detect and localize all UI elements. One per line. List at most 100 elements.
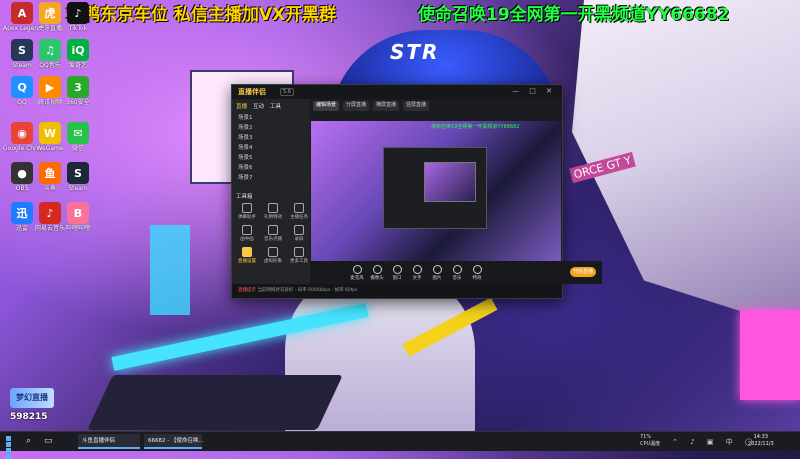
desktop-icon-grid: A Apex Legends 虎虎牙直播 ♪ TikTok S Steam ♫ QQ音乐 iQ 爱奇… — [0, 0, 118, 430]
window-controls[interactable]: — □ ✕ — [512, 87, 556, 95]
desktop-icon[interactable]: iQ 爱奇艺 — [60, 39, 96, 69]
desktop-icon-label: 虎牙直播 — [37, 25, 62, 32]
source-button[interactable]: 窗口 — [390, 264, 404, 281]
main-tab[interactable]: 编辑场景 — [313, 101, 340, 111]
stream-preview[interactable]: 使命召唤19全网第一开黑频道YY66682 — [311, 121, 561, 261]
scene-item[interactable]: 场景1 — [232, 113, 310, 123]
tray-cpu: 71% CPU温度 — [640, 434, 660, 448]
desktop-icon-image: ✉ — [67, 122, 89, 144]
taskbar-app-browser[interactable]: 66682 - 【使命召唤... — [144, 434, 204, 449]
scene-item[interactable]: 场景2 — [232, 123, 310, 133]
tab-tools[interactable]: 工具 — [270, 102, 281, 110]
desktop-icon[interactable]: ✉ 微信 — [60, 122, 96, 152]
source-button[interactable]: 文字 — [410, 264, 424, 281]
tool-button[interactable]: 画中画 — [235, 225, 259, 245]
main-tab[interactable]: 横屏直播 — [373, 101, 400, 111]
tray-icons[interactable]: ⌃ ♪ ▣ 中 ◯ — [672, 437, 758, 447]
source-label: 摄像头 — [370, 275, 384, 281]
desktop-icon[interactable]: 3 360安全 — [60, 76, 96, 106]
start-live-button[interactable]: 开始直播 — [570, 267, 596, 277]
desktop-icon-label: OBS — [15, 185, 29, 192]
tool-button[interactable]: 音乐点播 — [261, 225, 285, 245]
source-icon — [352, 264, 362, 274]
source-icon — [412, 264, 422, 274]
preview-nested-window — [383, 147, 487, 229]
task-view-icon[interactable]: ▭ — [44, 436, 53, 446]
desktop-icon-image: W — [39, 122, 61, 144]
desktop-icon-image: B — [67, 202, 89, 224]
scene-item[interactable]: 场景3 — [232, 133, 310, 143]
tool-button[interactable]: 礼物特效 — [261, 203, 285, 223]
app-titlebar[interactable]: 直播伴侣 5.6 — □ ✕ — [232, 85, 562, 99]
main-tabs: 编辑场景 分屏直播 横屏直播 竖屏直播 — [310, 99, 562, 113]
scene-item[interactable]: 场景4 — [232, 143, 310, 153]
wallpaper-keyboard — [87, 375, 343, 430]
tool-label: 画中画 — [240, 237, 254, 242]
app-logo: 直播伴侣 — [238, 88, 266, 96]
taskbar-app-streaming[interactable]: 斗鱼直播伴侣 — [78, 434, 140, 449]
tool-icon — [242, 247, 252, 257]
stream-overlay-right-text: 使命召唤19全网第一开黑频道YY66682 — [418, 5, 730, 25]
tool-button[interactable]: 更多工具 — [287, 247, 311, 267]
status-prefix: 直播提示 — [238, 288, 256, 293]
scene-list: 场景1 场景2 场景3 场景4 场景5 场景6 场景7 — [232, 113, 310, 183]
clock-date: 2022/11/3 — [748, 441, 774, 447]
tab-interact[interactable]: 互动 — [253, 102, 264, 110]
source-button[interactable]: 摄像头 — [370, 264, 384, 281]
desktop-icon-image: 3 — [67, 76, 89, 98]
streaming-app-window[interactable]: 直播伴侣 5.6 — □ ✕ 直播 互动 工具 场景1 场景2 场景3 场景4 场景5 场… — [231, 84, 602, 299]
main-tab[interactable]: 竖屏直播 — [403, 101, 430, 111]
tool-icon — [268, 225, 278, 235]
desktop-icon-label: 腾讯视频 — [37, 99, 62, 106]
scene-item[interactable]: 场景7 — [232, 173, 310, 183]
tool-icon — [268, 247, 278, 257]
tool-button[interactable]: 录屏 — [287, 225, 311, 245]
desktop-icon-label: QQ音乐 — [39, 62, 61, 69]
tool-label: 礼物特效 — [264, 215, 282, 220]
app-main-area: 编辑场景 分屏直播 横屏直播 竖屏直播 使命召唤19全网第一开黑频道YY66682 麦… — [310, 99, 602, 284]
tool-button[interactable]: 虚拟形象 — [261, 247, 285, 267]
source-button[interactable]: 音乐 — [450, 264, 464, 281]
desktop-icon[interactable]: B 哔哩哔哩 — [60, 202, 96, 232]
wallpaper-pink-light — [740, 310, 800, 400]
desktop-icon-image: S — [11, 39, 33, 61]
clock-time: 14:33 — [753, 434, 769, 440]
app-status-bar: 直播提示 当前网络状况良好 · 码率 6000kbps · 帧率 60fps — [232, 284, 562, 298]
source-icon — [472, 264, 482, 274]
tool-icon — [294, 225, 304, 235]
start-button[interactable] — [6, 436, 17, 459]
main-tab[interactable]: 分屏直播 — [343, 101, 370, 111]
source-icon — [432, 264, 442, 274]
tab-live[interactable]: 直播 — [236, 102, 247, 110]
source-button[interactable]: 特效 — [470, 264, 484, 281]
tool-label: 更多工具 — [290, 259, 308, 264]
desktop-icon-image: S — [67, 162, 89, 184]
source-label: 麦克风 — [350, 275, 364, 281]
source-icon — [452, 264, 462, 274]
tool-label: 虚拟形象 — [264, 259, 282, 264]
search-icon[interactable]: ⌕ — [26, 436, 31, 446]
tool-button[interactable]: 直播设置 — [235, 247, 259, 267]
desktop-icon[interactable]: S Steam — [60, 162, 96, 192]
clock[interactable]: 14:33 2022/11/3 — [748, 434, 774, 448]
source-label: 音乐 — [452, 275, 462, 281]
source-icon — [392, 264, 402, 274]
desktop-icon[interactable]: ♪ TikTok — [60, 2, 96, 32]
tool-button[interactable]: 主播任务 — [287, 203, 311, 223]
sidebar-tabs: 直播 互动 工具 — [232, 99, 310, 113]
wallpaper-helmet-text: STR — [390, 40, 440, 64]
taskbar: ⌕ ▭ 斗鱼直播伴侣 66682 - 【使命召唤... 71% CPU温度 ⌃ … — [0, 431, 800, 459]
source-label: 窗口 — [392, 275, 402, 281]
source-button[interactable]: 图片 — [430, 264, 444, 281]
source-button[interactable]: 麦克风 — [350, 264, 364, 281]
desktop-icon-label: 360安全 — [66, 99, 90, 106]
source-label: 图片 — [432, 275, 442, 281]
tool-icon — [268, 203, 278, 213]
desktop-icon-image: 鱼 — [39, 162, 61, 184]
tool-button[interactable]: 弹幕助手 — [235, 203, 259, 223]
watermark-room-id: 598215 — [10, 412, 48, 422]
scene-item[interactable]: 场景5 — [232, 153, 310, 163]
scene-item[interactable]: 场景6 — [232, 163, 310, 173]
tool-icon — [242, 203, 252, 213]
status-text: 当前网络状况良好 · 码率 6000kbps · 帧率 60fps — [257, 288, 358, 293]
